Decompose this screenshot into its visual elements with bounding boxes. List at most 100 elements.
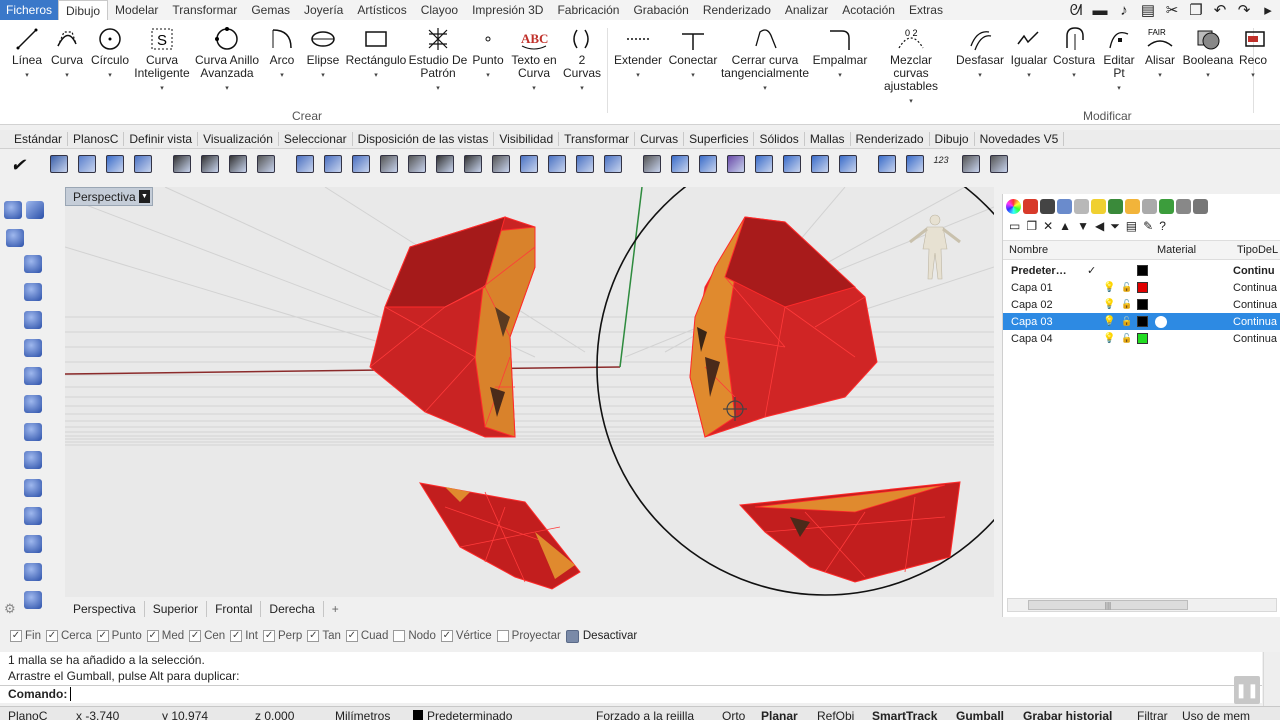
rhino-icon[interactable]: ᘛ (1068, 2, 1084, 19)
solid-icon[interactable] (601, 153, 624, 176)
osnap-vértice[interactable]: ✓ Vértice (440, 630, 492, 642)
more-icon[interactable]: ▸ (1260, 1, 1276, 19)
toolbar-tab-13[interactable]: Dibujo (930, 132, 975, 146)
viewport-tab-derecha[interactable]: Derecha (261, 601, 324, 617)
dropdown-caret-icon[interactable]: ▾ (1206, 69, 1210, 82)
unlock-icon[interactable]: 🔓 (1121, 299, 1132, 310)
move-up-icon[interactable]: ▲ (1059, 219, 1071, 233)
layer-row[interactable]: Predeter… ✓ Continu (1003, 262, 1280, 279)
menu-tab-10[interactable]: Renderizado (696, 0, 778, 20)
layer-color-swatch[interactable] (1137, 282, 1148, 293)
osnap-med[interactable]: ✓ Med (146, 630, 184, 642)
layers-hscroll[interactable]: ||| (1007, 598, 1277, 612)
dropdown-caret-icon[interactable]: ▾ (65, 69, 69, 82)
pause-icon[interactable]: ❚❚ (1234, 676, 1260, 704)
transform-icon[interactable] (24, 563, 42, 581)
surface-icon[interactable] (293, 153, 316, 176)
dropdown-caret-icon[interactable]: ▾ (321, 69, 325, 82)
cube-icon[interactable] (780, 153, 803, 176)
dropdown-caret-icon[interactable]: ▾ (532, 82, 536, 95)
arrow-icon[interactable] (987, 153, 1010, 176)
layer-linetype[interactable]: Continua (1233, 299, 1277, 311)
surface-edit-icon[interactable] (6, 229, 24, 247)
mesh-icon[interactable] (461, 153, 484, 176)
move-left-icon[interactable]: ◀ (1095, 219, 1104, 233)
display-icon[interactable] (1040, 198, 1055, 214)
menu-tab-0[interactable]: Dibujo (58, 0, 109, 20)
osnap-fin[interactable]: ✓ Fin (10, 630, 41, 642)
osnap-int[interactable]: ✓ Int (230, 630, 258, 642)
purple-box-icon[interactable] (752, 153, 775, 176)
osnap-punto[interactable]: ✓ Punto (96, 630, 142, 642)
osnap-cen[interactable]: ✓ Cen (189, 630, 225, 642)
menu-tab-5[interactable]: Artísticos (350, 0, 413, 20)
viewport-perspective[interactable] (65, 187, 994, 597)
toolbar-tab-10[interactable]: Sólidos (754, 132, 805, 146)
lightbulb-icon[interactable] (1091, 198, 1106, 214)
layer-doc-icon[interactable]: ▤ (1126, 219, 1137, 233)
col-name[interactable]: Nombre (1009, 244, 1048, 256)
color-wheel-icon[interactable] (1006, 198, 1021, 214)
toolbar-tab-6[interactable]: Visibilidad (494, 132, 560, 146)
paint-icon[interactable] (103, 153, 126, 176)
unlock-icon[interactable]: 🔓 (1121, 282, 1132, 293)
dropdown-caret-icon[interactable]: ▾ (636, 69, 640, 82)
col-material[interactable]: Material (1157, 244, 1196, 256)
dropdown-caret-icon[interactable]: ▾ (1158, 69, 1162, 82)
sphere-icon[interactable] (640, 153, 663, 176)
menu-file[interactable]: Ficheros (0, 0, 59, 20)
filter-icon[interactable]: ⏷ (1110, 219, 1120, 234)
curve-edit-icon[interactable] (24, 255, 42, 273)
dropdown-caret-icon[interactable]: ▾ (580, 82, 584, 95)
toolbar-tab-3[interactable]: Visualización (198, 132, 279, 146)
menu-tab-9[interactable]: Grabación (626, 0, 695, 20)
dropdown-caret-icon[interactable]: ▾ (909, 95, 913, 108)
mesh-icon[interactable] (489, 153, 512, 176)
grid-icon[interactable] (875, 153, 898, 176)
dropdown-caret-icon[interactable]: ▾ (374, 69, 378, 82)
osnap-checkbox[interactable]: ✓ (440, 630, 453, 642)
layer-color-swatch[interactable] (1137, 299, 1148, 310)
help-icon[interactable]: ? (1159, 219, 1166, 233)
ribbon-button-blend-curves[interactable]: 0 2 Mezclar curvas ajustables ▾ (871, 24, 951, 108)
dropdown-caret-icon[interactable]: ▾ (978, 69, 982, 82)
dropdown-caret-icon[interactable]: ▾ (1251, 69, 1255, 82)
dropdown-caret-icon[interactable]: ▾ (838, 69, 842, 82)
viewport-tab-superior[interactable]: Superior (145, 601, 208, 617)
split-icon[interactable] (724, 153, 747, 176)
menu-tab-2[interactable]: Transformar (165, 0, 244, 20)
toolbar-tab-2[interactable]: Definir vista (124, 132, 199, 146)
materials-icon[interactable] (1023, 198, 1038, 214)
osnap-checkbox[interactable] (496, 630, 509, 642)
osnap-checkbox[interactable]: ✓ (307, 630, 320, 642)
lightbulb-icon[interactable]: 💡 (1103, 282, 1115, 293)
osnap-perp[interactable]: ✓ Perp (263, 630, 302, 642)
delete-layer-icon[interactable]: ✕ (1043, 219, 1053, 233)
note-icon[interactable] (1193, 198, 1208, 214)
cylinder-icon[interactable] (24, 339, 42, 357)
menu-tab-4[interactable]: Joyería (297, 0, 350, 20)
help-panel-icon[interactable] (1176, 198, 1191, 214)
toolbar-tab-14[interactable]: Novedades V5 (975, 132, 1065, 146)
status-gumball[interactable]: Gumball (956, 709, 1004, 720)
clock-icon[interactable] (1142, 198, 1157, 214)
clapper-icon[interactable]: ▬ (1092, 2, 1108, 19)
layer-row[interactable]: Capa 04 💡 🔓 Continua (1003, 330, 1280, 347)
lightbulb-icon[interactable]: 💡 (1103, 316, 1115, 327)
undo-icon[interactable]: ↶ (1212, 1, 1228, 19)
paste-icon[interactable]: ▤ (1140, 1, 1156, 19)
ribbon-button-blend-tangent[interactable]: Cerrar curva tangencialmente ▾ (721, 24, 809, 95)
menu-tab-7[interactable]: Impresión 3D (465, 0, 550, 20)
layer-color-swatch[interactable] (1137, 333, 1148, 344)
grid-snap-icon[interactable] (131, 153, 154, 176)
viewport-tab-frontal[interactable]: Frontal (207, 601, 262, 617)
cube-icon[interactable] (24, 311, 42, 329)
box-x-icon[interactable] (349, 153, 372, 176)
command-scrollbar[interactable] (1263, 652, 1280, 706)
toolbar-tab-7[interactable]: Transformar (559, 132, 636, 146)
grid-icon[interactable] (903, 153, 926, 176)
cube-icon[interactable] (808, 153, 831, 176)
run-icon[interactable] (170, 153, 193, 176)
surface-plane-icon[interactable] (4, 201, 22, 219)
dropdown-caret-icon[interactable]: ▾ (108, 69, 112, 82)
